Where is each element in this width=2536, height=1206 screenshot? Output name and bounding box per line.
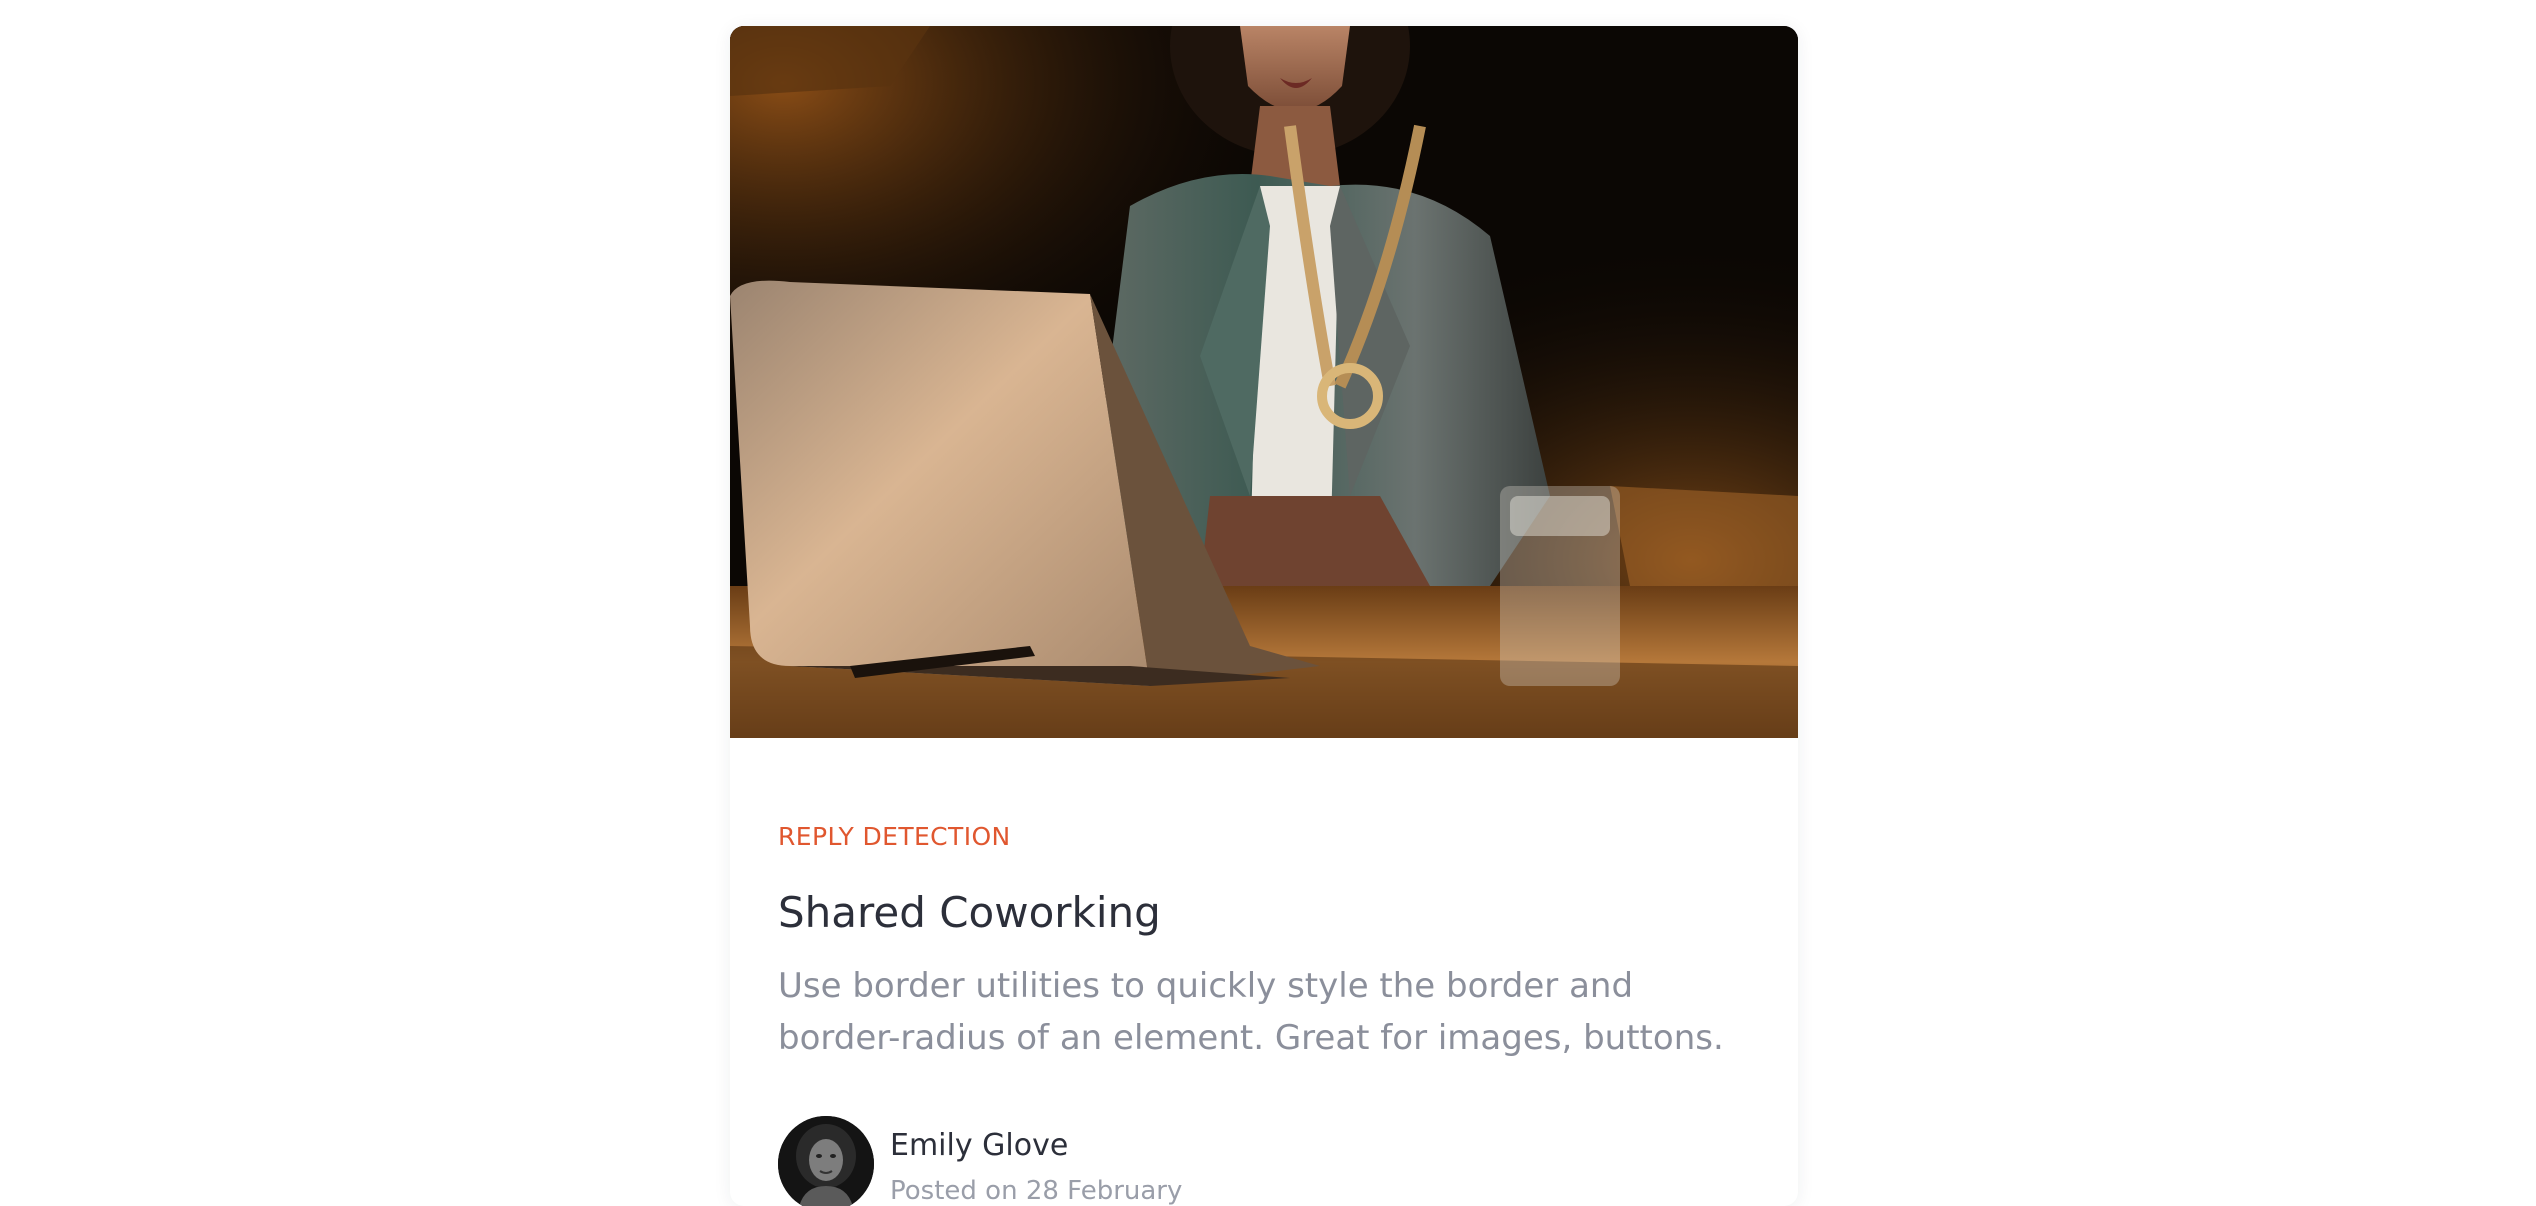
category-label[interactable]: REPLY DETECTION bbox=[778, 822, 1011, 851]
card-description: Use border utilities to quickly style th… bbox=[778, 966, 1724, 1058]
avatar[interactable] bbox=[778, 1116, 874, 1206]
post-date: Posted on 28 February bbox=[890, 1176, 1183, 1206]
blog-card[interactable]: REPLY DETECTION Shared Coworking Use bor… bbox=[730, 26, 1798, 1206]
author-name[interactable]: Emily Glove bbox=[890, 1128, 1068, 1163]
card-hero-image bbox=[730, 26, 1798, 738]
card-title[interactable]: Shared Coworking bbox=[778, 888, 1161, 937]
author-block[interactable]: Emily Glove Posted on 28 February bbox=[778, 1116, 1378, 1206]
